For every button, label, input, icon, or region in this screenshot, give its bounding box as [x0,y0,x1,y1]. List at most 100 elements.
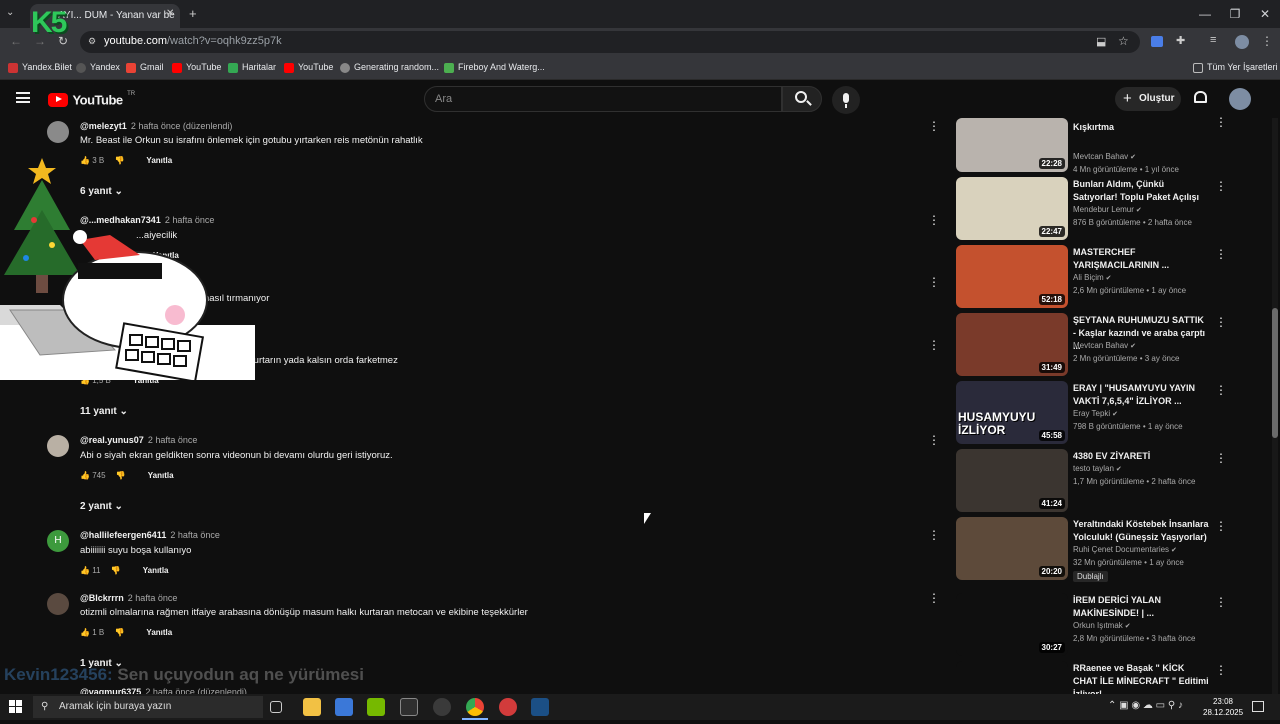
video-menu-icon[interactable]: ⋮ [1215,519,1227,533]
comment-menu-icon[interactable]: ⋮ [928,338,940,352]
dislike-icon[interactable]: 👎 [114,156,124,165]
search-button[interactable] [782,86,822,112]
store-icon[interactable] [335,698,353,716]
taskview-icon[interactable] [270,701,282,713]
profile-icon[interactable] [1235,35,1249,49]
comment-author[interactable]: @Blckrrrn 2 hafta önce [80,593,177,603]
bookmark-item[interactable]: YouTube [172,56,221,78]
bookmark-item[interactable]: YouTube [284,56,333,78]
chrome-icon[interactable] [466,698,484,716]
comment-author[interactable]: @melezyt1 2 hafta önce (düzenlendi) [80,121,232,131]
comment-author[interactable]: @hallilefeergen6411 2 hafta önce [80,530,220,540]
video-thumbnail[interactable]: 20:20 [956,517,1068,580]
like-icon[interactable]: 👍 [80,566,90,575]
tab-list-button[interactable]: ⌄ [6,7,14,18]
comment-author[interactable]: @real.yunus07 2 hafta önce [80,435,197,445]
reply-button[interactable]: Yanıtla [146,628,172,637]
video-menu-icon[interactable]: ⋮ [1215,315,1227,329]
comment-menu-icon[interactable]: ⋮ [928,433,940,447]
comment-avatar[interactable] [47,593,69,615]
video-title[interactable]: Bunları Aldım, Çünkü Satıyorlar! Toplu P… [1073,178,1209,204]
video-channel[interactable]: Eray Tepki ✔ [1073,409,1118,418]
video-channel[interactable]: Mevtcan Bahav ✔ [1073,341,1136,350]
app-icon[interactable] [499,698,517,716]
video-channel[interactable]: Orkun Işıtmak ✔ [1073,621,1131,630]
video-channel[interactable]: testo taylan ✔ [1073,464,1122,473]
page-scrollbar[interactable] [1272,118,1278,694]
comment-menu-icon[interactable]: ⋮ [928,119,940,133]
replies-toggle[interactable]: 2 yanıt ⌄ [80,501,123,512]
video-menu-icon[interactable]: ⋮ [1215,663,1227,677]
new-tab-button[interactable]: + [189,6,197,21]
start-button[interactable] [9,700,22,713]
all-bookmarks[interactable]: Tüm Yer İşaretleri [1193,56,1278,78]
replies-toggle[interactable]: 6 yanıt ⌄ [80,186,123,197]
extensions-icon[interactable]: ✚ [1176,34,1185,47]
video-thumbnail[interactable]: 52:18 [956,245,1068,308]
comment-menu-icon[interactable]: ⋮ [928,213,940,227]
video-thumbnail[interactable]: 31:49 [956,313,1068,376]
video-channel[interactable]: Ali Biçim ✔ [1073,273,1111,282]
scrollbar-thumb[interactable] [1272,308,1278,438]
site-info-icon[interactable]: ⚙ [88,36,96,47]
media-icon[interactable]: ≡ [1210,34,1216,46]
video-title[interactable]: Kışkırtma [1073,121,1209,134]
bookmark-star-icon[interactable]: ☆ [1118,34,1129,48]
comment-menu-icon[interactable]: ⋮ [928,591,940,605]
video-menu-icon[interactable]: ⋮ [1215,247,1227,261]
file-explorer-icon[interactable] [303,698,321,716]
bookmark-item[interactable]: Yandex.Bilet [8,56,72,78]
notification-center-icon[interactable] [1252,701,1264,712]
like-icon[interactable]: 👍 [80,471,90,480]
video-menu-icon[interactable]: ⋮ [1215,451,1227,465]
dislike-icon[interactable]: 👎 [114,628,124,637]
address-bar[interactable]: ⚙ youtube.com/watch?v=oqhk9zz5p7k [80,31,1140,53]
comment-avatar[interactable] [47,121,69,143]
system-tray[interactable]: ⌃ ▣ ◉ ☁ ▭ ⚲ ♪ [1108,700,1183,711]
translate-extension-icon[interactable] [1151,36,1163,47]
comment-avatar[interactable]: H [47,530,69,552]
video-menu-icon[interactable]: ⋮ [1215,595,1227,609]
bookmark-item[interactable]: Generating random... [340,56,439,78]
epic-games-icon[interactable] [400,698,418,716]
replies-toggle[interactable]: 11 yanıt ⌄ [80,406,128,417]
bookmark-item[interactable]: Fireboy And Waterg... [444,56,545,78]
steam-icon[interactable] [531,698,549,716]
taskbar-search-input[interactable]: ⚲ Aramak için buraya yazın [33,696,263,718]
bookmark-item[interactable]: Gmail [126,56,164,78]
video-menu-icon[interactable]: ⋮ [1215,383,1227,397]
bookmark-item[interactable]: Haritalar [228,56,276,78]
notifications-bell-icon[interactable] [1194,91,1207,103]
dislike-icon[interactable]: 👎 [111,566,121,575]
reply-button[interactable]: Yanıtla [148,471,174,480]
video-channel[interactable]: Mevtcan Bahav ✔ [1073,152,1136,161]
video-menu-icon[interactable]: ⋮ [1215,115,1227,129]
video-menu-icon[interactable]: ⋮ [1215,179,1227,193]
video-title[interactable]: 4380 EV ZİYARETİ [1073,450,1209,463]
bookmark-item[interactable]: Yandex [76,56,120,78]
minimize-button[interactable]: — [1190,0,1220,28]
video-title[interactable]: ERAY | "HUSAMYUYU YAYIN VAKTİ 7,6,5,4" İ… [1073,382,1209,408]
video-thumbnail[interactable]: 22:47 [956,177,1068,240]
video-thumbnail[interactable]: 41:24 [956,449,1068,512]
account-avatar[interactable] [1229,88,1251,110]
comment-menu-icon[interactable]: ⋮ [928,528,940,542]
browser-menu-icon[interactable]: ⋮ [1261,34,1273,48]
video-title[interactable]: MASTERCHEF YARIŞMACILARININ ... [1073,246,1209,272]
video-thumbnail[interactable]: 22:28 [956,118,1068,172]
video-title[interactable]: Yeraltındaki Köstebek İnsanlara Yolculuk… [1073,518,1209,544]
video-channel[interactable]: Mendebur Lemur ✔ [1073,205,1142,214]
reply-button[interactable]: Yanıtla [143,566,169,575]
youtube-logo[interactable]: YouTube TR [48,91,135,107]
install-icon[interactable]: ⬓ [1096,35,1106,48]
maximize-button[interactable]: ❐ [1220,0,1250,28]
like-icon[interactable]: 👍 [80,628,90,637]
hamburger-menu-icon[interactable] [16,92,30,103]
close-window-button[interactable]: ✕ [1250,0,1280,28]
tab-close-icon[interactable]: ✕ [166,8,174,19]
reply-button[interactable]: Yanıtla [146,156,172,165]
back-icon[interactable]: ← [10,34,22,48]
obs-icon[interactable] [433,698,451,716]
video-thumbnail[interactable]: 30:27 [956,593,1068,656]
taskbar-clock[interactable]: 23:08 28.12.2025 [1203,696,1243,718]
